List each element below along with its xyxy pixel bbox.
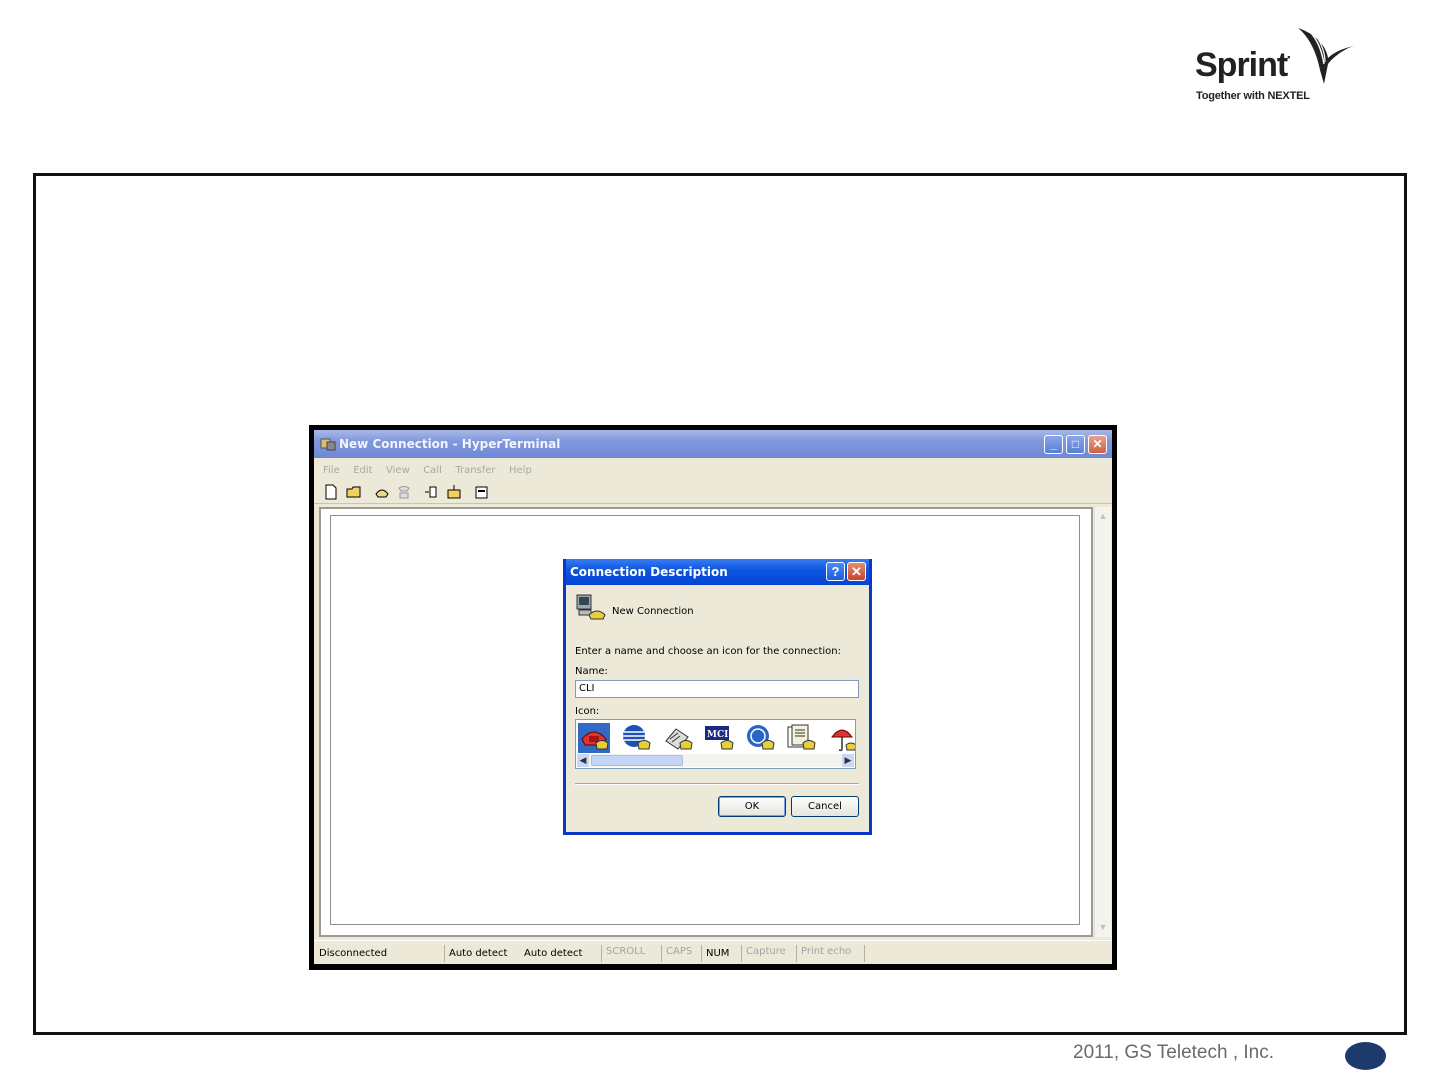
at-icon[interactable]	[744, 723, 776, 753]
maximize-button[interactable]: □	[1066, 435, 1085, 454]
status-caps: CAPS	[666, 946, 693, 957]
send-icon[interactable]	[424, 484, 440, 500]
fax-icon[interactable]	[662, 723, 694, 753]
logo-tagline: Together with NEXTEL	[1196, 90, 1310, 102]
name-label: Name:	[575, 666, 608, 677]
mci-icon[interactable]: MCI	[703, 723, 735, 753]
status-detect-1: Auto detect	[449, 948, 508, 959]
dialog-instruction: Enter a name and choose an icon for the …	[575, 646, 842, 657]
icon-list[interactable]: MCI ◀ ▶	[575, 719, 856, 769]
dialog-separator	[575, 783, 859, 785]
name-input[interactable]: CLI	[575, 680, 859, 698]
status-scroll: SCROLL	[606, 946, 646, 957]
new-connection-icon	[576, 594, 606, 620]
logo-word: Sprint•	[1195, 46, 1290, 84]
scroll-thumb[interactable]	[591, 755, 683, 766]
menu-file[interactable]: File	[323, 465, 340, 476]
scroll-right-icon[interactable]: ▶	[842, 754, 854, 767]
window-titlebar[interactable]: New Connection - HyperTerminal _ □ ✕	[314, 430, 1112, 458]
status-bar: Disconnected Auto detect Auto detect SCR…	[314, 940, 1112, 964]
document-icon[interactable]	[785, 723, 817, 753]
help-button[interactable]: ?	[826, 562, 845, 581]
close-button[interactable]: ✕	[1088, 435, 1107, 454]
status-capture: Capture	[746, 946, 786, 957]
receive-icon[interactable]	[446, 484, 462, 500]
icon-scrollbar[interactable]: ◀ ▶	[577, 754, 854, 767]
cancel-button[interactable]: Cancel	[791, 796, 859, 817]
phone-icon[interactable]	[578, 723, 610, 753]
slide: Sprint• Together with NEXTEL New Connect…	[0, 0, 1436, 1078]
status-print-echo: Print echo	[801, 946, 852, 957]
new-icon[interactable]	[323, 484, 339, 500]
dialog-close-button[interactable]: ✕	[847, 562, 866, 581]
icon-label: Icon:	[575, 706, 600, 717]
menu-call[interactable]: Call	[423, 465, 442, 476]
minimize-button[interactable]: _	[1044, 435, 1063, 454]
open-icon[interactable]	[346, 484, 362, 500]
toolbar	[314, 478, 1112, 504]
scroll-left-icon[interactable]: ◀	[577, 754, 589, 767]
connect-icon[interactable]	[374, 484, 390, 500]
hyperterminal-window: New Connection - HyperTerminal _ □ ✕ Fil…	[309, 425, 1117, 970]
menu-bar: File Edit View Call Transfer Help	[314, 460, 1112, 478]
status-detect-2: Auto detect	[524, 948, 583, 959]
sprint-wing-icon	[1298, 28, 1354, 84]
menu-view[interactable]: View	[386, 465, 410, 476]
window-title: New Connection - HyperTerminal	[339, 437, 561, 451]
dialog-title: Connection Description	[570, 565, 728, 579]
status-num: NUM	[706, 948, 730, 959]
status-connection: Disconnected	[319, 948, 388, 959]
umbrella-icon[interactable]	[826, 723, 856, 753]
connection-description-dialog: Connection Description ? ✕ New Connectio…	[563, 559, 872, 835]
copyright-text: 2011, GS Teletech , Inc.	[1073, 1042, 1275, 1063]
globe-icon[interactable]	[620, 723, 652, 753]
vertical-scrollbar[interactable]: ▲ ▼	[1094, 507, 1111, 937]
svg-text:MCI: MCI	[707, 730, 728, 740]
menu-help[interactable]: Help	[509, 465, 532, 476]
disconnect-icon[interactable]	[396, 484, 412, 500]
hyperterminal-app-icon	[320, 438, 336, 451]
page-number-badge	[1345, 1042, 1386, 1070]
properties-icon[interactable]	[474, 484, 490, 500]
menu-transfer[interactable]: Transfer	[455, 465, 495, 476]
menu-edit[interactable]: Edit	[353, 465, 372, 476]
ok-button[interactable]: OK	[718, 796, 786, 817]
dialog-titlebar[interactable]: Connection Description ? ✕	[566, 559, 869, 585]
dialog-heading: New Connection	[612, 606, 694, 617]
scroll-up-icon[interactable]: ▲	[1097, 510, 1109, 522]
scroll-down-icon[interactable]: ▼	[1097, 921, 1109, 933]
sprint-logo: Sprint• Together with NEXTEL	[1190, 26, 1360, 106]
